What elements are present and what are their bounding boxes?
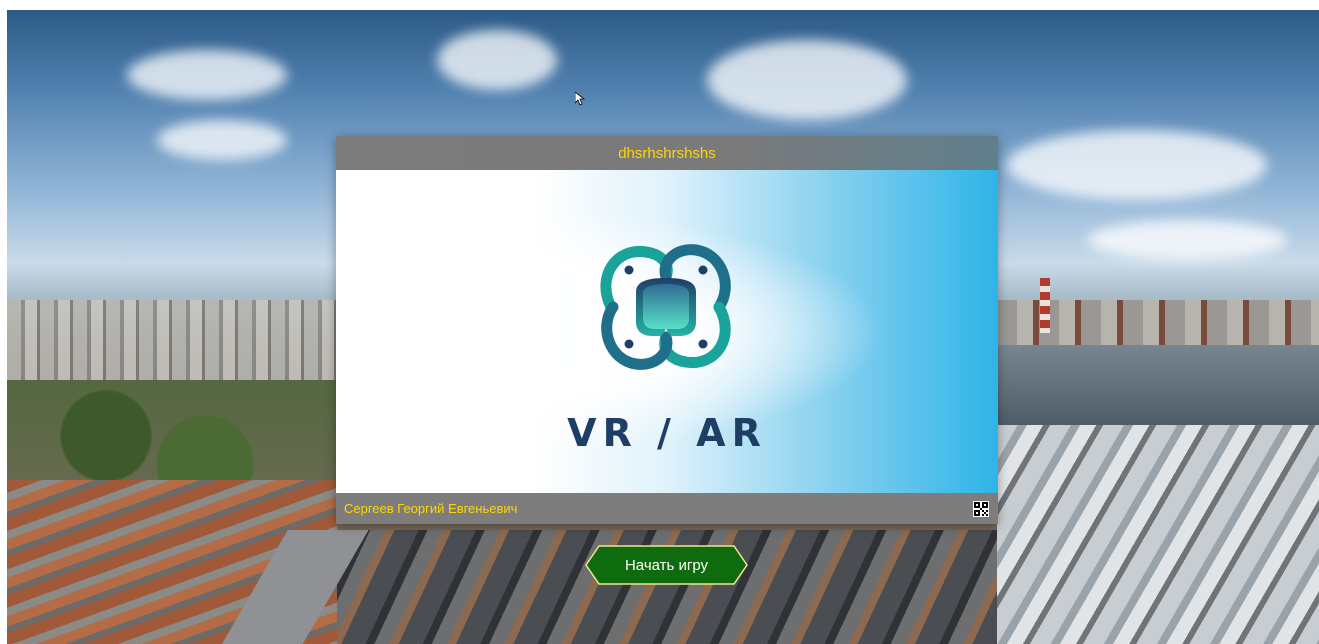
road [207,530,407,644]
start-game-button[interactable]: Начать игру [585,545,748,585]
city-buildings-left [7,300,337,390]
river [997,340,1319,430]
chimney [1040,278,1050,333]
roof-right [997,425,1319,644]
game-card: dhsrhshrshshs VR / AR Сергеев Георгий Ев… [336,136,998,524]
start-game-label: Начать игру [624,556,709,574]
logo-text: VR / AR [567,411,767,455]
card-footer: Сергеев Георгий Евгеньевич [336,493,998,524]
qr-code-icon[interactable] [973,501,989,517]
vr-headset-logo-icon [600,244,731,370]
card-cover-image: VR / AR [336,170,998,493]
card-title: dhsrhshrshshs [336,136,998,170]
author-name: Сергеев Георгий Евгеньевич [344,501,518,516]
